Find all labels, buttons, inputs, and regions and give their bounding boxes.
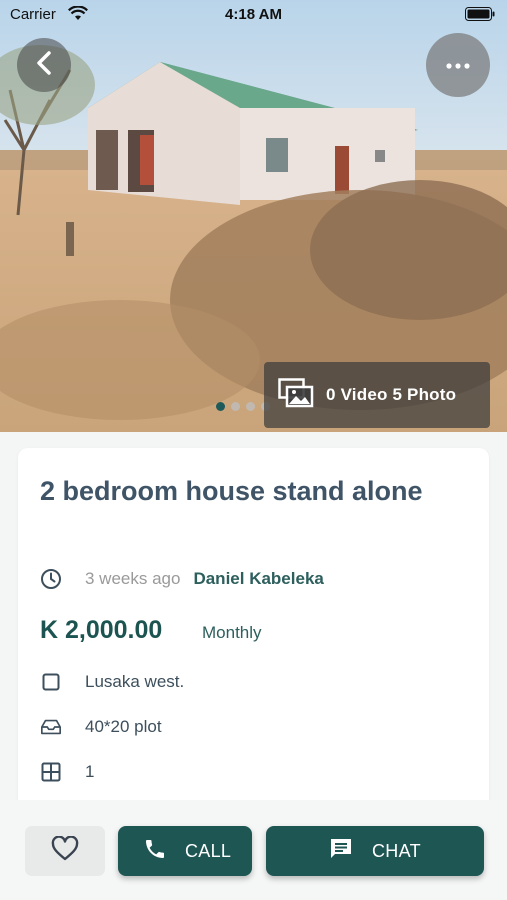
call-button[interactable]: CALL xyxy=(118,826,252,876)
clock-time: 4:18 AM xyxy=(225,6,282,23)
media-count-label: 0 Video 5 Photo xyxy=(326,385,457,404)
plot-row: 40*20 plot xyxy=(40,716,162,738)
rooms-count: 1 xyxy=(85,762,95,781)
pagination-dot[interactable] xyxy=(246,402,255,411)
listing-title: 2 bedroom house stand alone xyxy=(40,476,423,506)
battery-icon xyxy=(465,7,495,25)
status-bar: Carrier 4:18 AM xyxy=(0,0,507,30)
ellipsis-icon xyxy=(446,56,470,74)
listing-details-card: 2 bedroom house stand alone 3 weeks ago … xyxy=(18,448,489,828)
plot-size-text: 40*20 plot xyxy=(85,717,162,736)
more-options-button[interactable] xyxy=(426,33,490,97)
clock-icon xyxy=(40,568,62,590)
rooms-row: 1 xyxy=(40,761,94,783)
chevron-left-icon xyxy=(35,50,53,81)
location-text: Lusaka west. xyxy=(85,672,185,691)
pagination-dot[interactable] xyxy=(231,402,240,411)
location-row: Lusaka west. xyxy=(40,671,184,693)
media-count-badge[interactable]: 0 Video 5 Photo xyxy=(264,362,490,428)
posted-row: 3 weeks ago Daniel Kabeleka xyxy=(40,568,324,590)
chat-button[interactable]: CHAT xyxy=(266,826,484,876)
square-outline-icon xyxy=(40,671,62,693)
author-name[interactable]: Daniel Kabeleka xyxy=(193,569,323,589)
gallery-pagination xyxy=(216,402,270,411)
listing-price: K 2,000.00 xyxy=(40,616,163,644)
phone-icon xyxy=(143,837,167,866)
call-label: CALL xyxy=(185,840,232,861)
chat-label: CHAT xyxy=(372,840,421,861)
pagination-dot[interactable] xyxy=(216,402,225,411)
heart-icon xyxy=(51,835,79,866)
posted-time: 3 weeks ago xyxy=(85,569,181,588)
price-period: Monthly xyxy=(202,623,262,642)
tray-icon xyxy=(40,716,62,738)
grid-icon xyxy=(40,761,62,783)
photo-gallery-icon xyxy=(278,377,314,413)
back-button[interactable] xyxy=(17,38,71,92)
chat-bubble-icon xyxy=(328,836,354,867)
bottom-action-bar: CALL CHAT xyxy=(0,800,507,900)
favorite-button[interactable] xyxy=(25,826,105,876)
